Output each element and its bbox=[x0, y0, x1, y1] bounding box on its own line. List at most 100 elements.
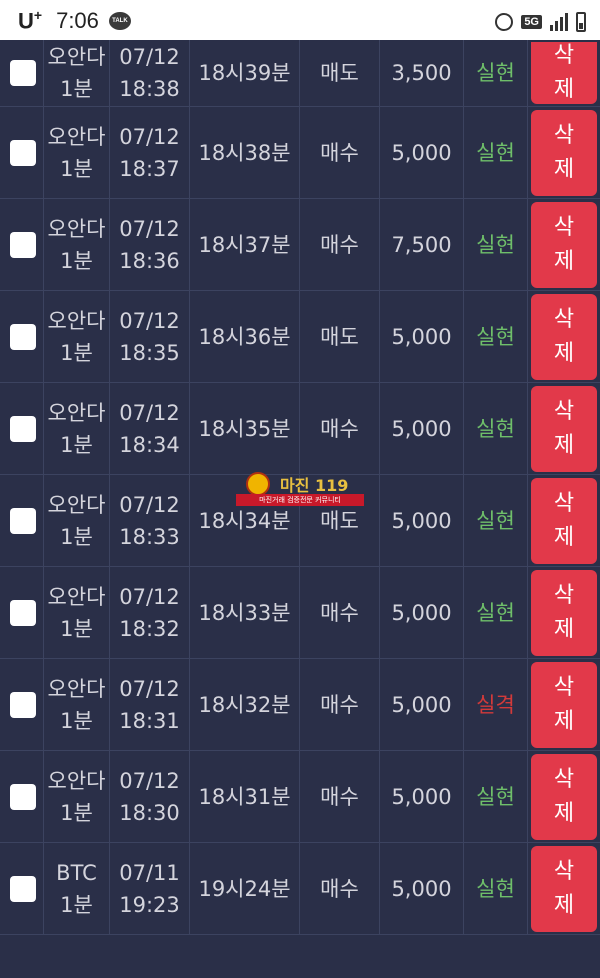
delete-cell: 삭제 bbox=[528, 843, 600, 934]
delete-label-2: 제 bbox=[553, 524, 575, 550]
coin-interval: 1분 bbox=[60, 432, 93, 457]
round-cell: 18시38분 bbox=[190, 107, 300, 198]
amount-cell: 5,000 bbox=[380, 567, 464, 658]
delete-button[interactable]: 삭제 bbox=[531, 42, 597, 104]
round-cell: 18시32분 bbox=[190, 659, 300, 750]
coin-name: BTC bbox=[56, 860, 97, 885]
result-cell: 실현 bbox=[464, 475, 528, 566]
delete-label-2: 제 bbox=[553, 708, 575, 734]
delete-label-1: 삭 bbox=[553, 122, 575, 148]
amount-cell: 7,500 bbox=[380, 199, 464, 290]
amount-cell: 5,000 bbox=[380, 659, 464, 750]
delete-button[interactable]: 삭제 bbox=[531, 109, 597, 196]
delete-button[interactable]: 삭제 bbox=[531, 293, 597, 380]
bet-date: 07/12 bbox=[119, 492, 180, 517]
delete-button[interactable]: 삭제 bbox=[531, 845, 597, 932]
carrier-label: U+ bbox=[18, 7, 43, 34]
coin-name: 오안다 bbox=[47, 45, 106, 69]
row-checkbox[interactable] bbox=[10, 783, 36, 810]
delete-button[interactable]: 삭제 bbox=[531, 753, 597, 840]
select-cell bbox=[0, 291, 44, 382]
delete-label-2: 제 bbox=[553, 156, 575, 182]
coin-cell: BTC 1분 bbox=[44, 843, 110, 934]
bet-time: 18:36 bbox=[119, 248, 180, 273]
bet-date: 07/12 bbox=[119, 45, 180, 69]
bet-date: 07/12 bbox=[119, 308, 180, 333]
delete-cell: 삭제 bbox=[528, 291, 600, 382]
coin-interval: 1분 bbox=[60, 524, 93, 549]
table-row: 오안다 1분 07/12 18:35 18시36분 매도 5,000 실현 삭 제 bbox=[0, 291, 600, 383]
delete-cell: 삭제 bbox=[528, 751, 600, 842]
kakaotalk-notification-icon: TALK bbox=[108, 12, 131, 30]
coin-interval: 1분 bbox=[60, 340, 93, 365]
bet-date: 07/11 bbox=[119, 860, 180, 885]
result-cell: 실현 bbox=[464, 107, 528, 198]
status-bar-left: U+ 7:06 TALK bbox=[18, 6, 131, 36]
alarm-icon bbox=[495, 13, 514, 31]
coin-name: 오안다 bbox=[47, 768, 106, 793]
delete-cell: 삭제 bbox=[528, 567, 600, 658]
delete-button[interactable]: 삭제 bbox=[531, 569, 597, 656]
table-row: 오안다 1분 07/12 18:36 18시37분 매수 7,500 실현 삭 제 bbox=[0, 199, 600, 291]
select-cell bbox=[0, 567, 44, 658]
delete-button[interactable]: 삭제 bbox=[531, 661, 597, 748]
coin-name: 오안다 bbox=[47, 400, 106, 425]
delete-button[interactable]: 삭제 bbox=[531, 477, 597, 564]
watermark-tagline: 마진거래 검증전문 커뮤니티 bbox=[236, 494, 364, 506]
amount-cell: 5,000 bbox=[380, 107, 464, 198]
coin-cell: 오안다 1분 bbox=[44, 567, 110, 658]
result-cell: 실현 bbox=[464, 843, 528, 934]
bet-time: 18:32 bbox=[119, 616, 180, 641]
row-checkbox[interactable] bbox=[10, 139, 36, 166]
delete-cell: 삭제 bbox=[528, 199, 600, 290]
row-checkbox[interactable] bbox=[10, 599, 36, 626]
amount-cell: 5,000 bbox=[380, 291, 464, 382]
amount-cell: 3,500 bbox=[380, 40, 464, 106]
coin-interval: 1분 bbox=[60, 248, 93, 273]
delete-label-1: 삭 bbox=[553, 582, 575, 608]
delete-label-2: 제 bbox=[553, 892, 575, 918]
bet-date: 07/12 bbox=[119, 676, 180, 701]
table-row: 오안다 1분 07/12 18:38 18시39분 매도 3,500 실현 삭 제 bbox=[0, 40, 600, 107]
row-checkbox[interactable] bbox=[10, 231, 36, 258]
result-cell: 실현 bbox=[464, 291, 528, 382]
bet-time-cell: 07/11 19:23 bbox=[110, 843, 190, 934]
round-cell: 19시24분 bbox=[190, 843, 300, 934]
delete-cell: 삭제 bbox=[528, 659, 600, 750]
result-cell: 실격 bbox=[464, 659, 528, 750]
select-cell bbox=[0, 107, 44, 198]
delete-cell: 삭제 bbox=[528, 475, 600, 566]
delete-label-2: 제 bbox=[553, 432, 575, 458]
result-cell: 실현 bbox=[464, 567, 528, 658]
round-cell: 18시37분 bbox=[190, 199, 300, 290]
bet-date: 07/12 bbox=[119, 584, 180, 609]
row-checkbox[interactable] bbox=[10, 60, 36, 86]
coin-interval: 1분 bbox=[60, 892, 93, 917]
bet-time-cell: 07/12 18:34 bbox=[110, 383, 190, 474]
coin-interval: 1분 bbox=[60, 708, 93, 733]
coin-cell: 오안다 1분 bbox=[44, 107, 110, 198]
select-cell bbox=[0, 843, 44, 934]
row-checkbox[interactable] bbox=[10, 507, 36, 534]
row-checkbox[interactable] bbox=[10, 415, 36, 442]
bet-time-cell: 07/12 18:32 bbox=[110, 567, 190, 658]
row-checkbox[interactable] bbox=[10, 323, 36, 350]
bet-date: 07/12 bbox=[119, 768, 180, 793]
coin-interval: 1분 bbox=[60, 77, 93, 101]
row-checkbox[interactable] bbox=[10, 875, 36, 902]
bet-time-cell: 07/12 18:37 bbox=[110, 107, 190, 198]
round-cell: 18시31분 bbox=[190, 751, 300, 842]
position-type-cell: 매수 bbox=[300, 199, 380, 290]
coin-name: 오안다 bbox=[47, 492, 106, 517]
round-cell: 18시36분 bbox=[190, 291, 300, 382]
delete-button[interactable]: 삭제 bbox=[531, 385, 597, 472]
delete-label-1: 삭 bbox=[553, 306, 575, 332]
delete-label-2: 제 bbox=[553, 77, 575, 102]
status-bar-right: 5G bbox=[495, 8, 586, 36]
bet-time-cell: 07/12 18:38 bbox=[110, 40, 190, 106]
select-cell bbox=[0, 40, 44, 106]
row-checkbox[interactable] bbox=[10, 691, 36, 718]
delete-button[interactable]: 삭제 bbox=[531, 201, 597, 288]
delete-cell: 삭제 bbox=[528, 383, 600, 474]
bet-time: 18:30 bbox=[119, 800, 180, 825]
